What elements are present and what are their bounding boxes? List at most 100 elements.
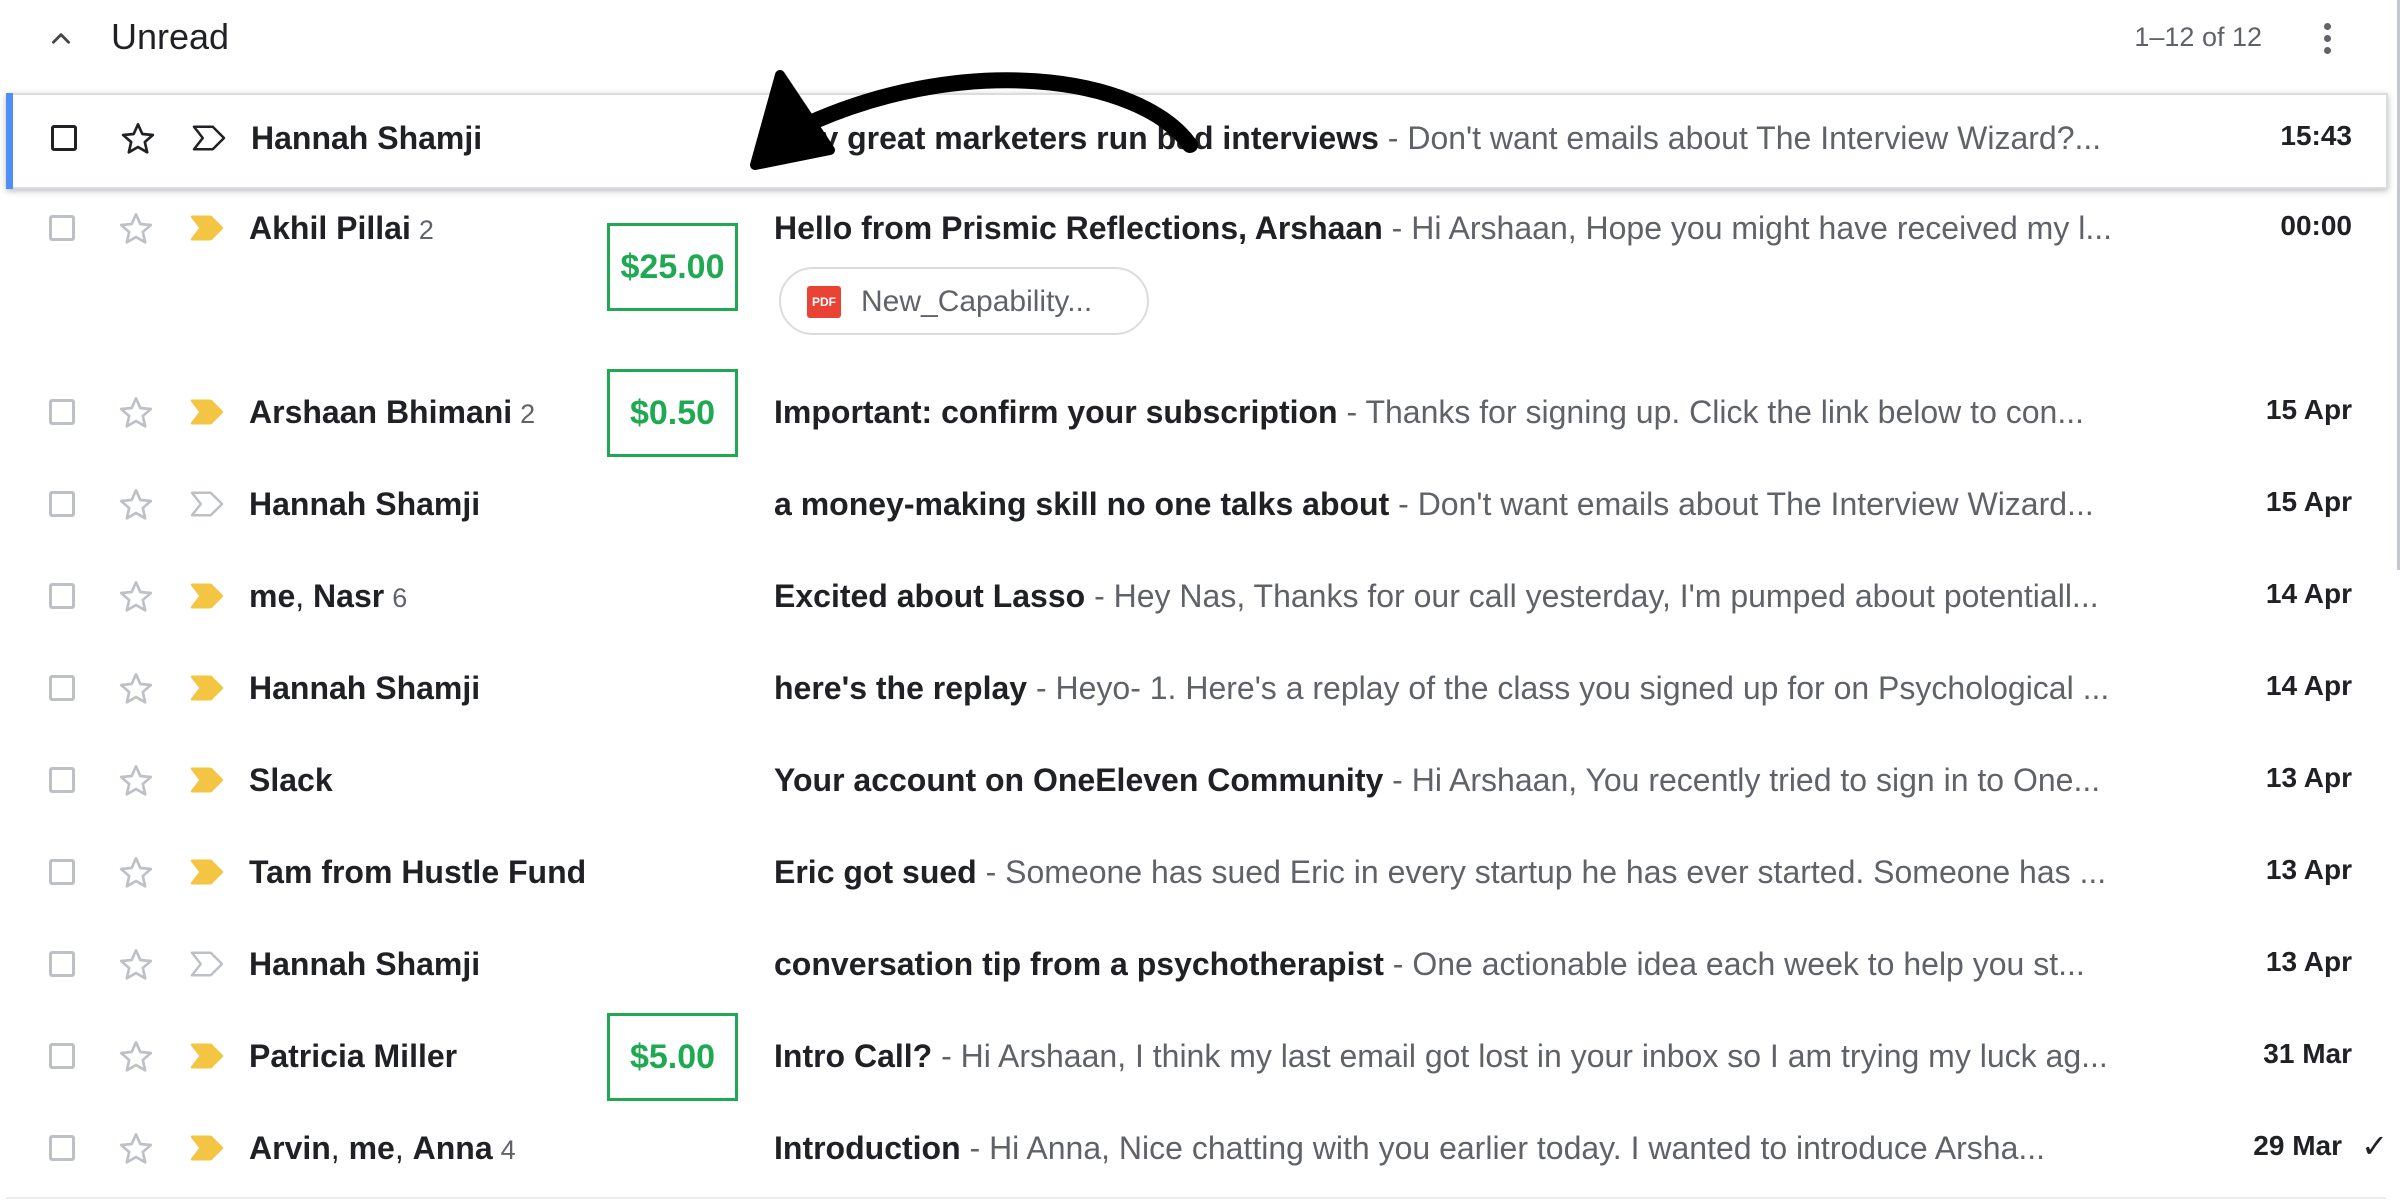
importance-marker-filled-icon[interactable] bbox=[188, 1041, 226, 1071]
email-date: 14 Apr bbox=[2265, 578, 2352, 609]
email-row[interactable]: Hannah Shamji a money-making skill no one… bbox=[6, 461, 2386, 555]
sender-name: Hannah Shamji bbox=[251, 120, 482, 157]
subject-line[interactable]: conversation tip from a psychotherapist … bbox=[774, 946, 2146, 983]
email-date: 15 Apr bbox=[2265, 486, 2352, 517]
select-checkbox[interactable] bbox=[49, 675, 75, 701]
importance-marker-filled-icon[interactable] bbox=[188, 1133, 226, 1163]
email-snippet: - Don't want emails about The Interview … bbox=[1389, 486, 2094, 522]
email-subject: here's the replay bbox=[774, 670, 1028, 706]
star-icon[interactable] bbox=[116, 209, 156, 249]
sender-name: me, Nasr 6 bbox=[249, 578, 407, 615]
star-icon[interactable] bbox=[116, 669, 156, 709]
sender-participant: Arvin bbox=[249, 1130, 331, 1166]
select-checkbox[interactable] bbox=[49, 767, 75, 793]
subject-line[interactable]: here's the replay - Heyo- 1. Here's a re… bbox=[774, 670, 2146, 707]
sender-separator: , bbox=[330, 1130, 349, 1166]
sender-separator: , bbox=[295, 578, 314, 614]
email-row[interactable]: Tam from Hustle Fund Eric got sued - Some… bbox=[6, 829, 2386, 923]
select-checkbox[interactable] bbox=[49, 215, 75, 241]
select-checkbox[interactable] bbox=[49, 399, 75, 425]
email-row[interactable]: Arshaan Bhimani 2 $0.50 Important: confirm … bbox=[6, 369, 2386, 463]
sender-participant: me bbox=[249, 578, 296, 614]
subject-line[interactable]: Your account on OneEleven Community - Hi… bbox=[774, 762, 2146, 799]
email-snippet: - Heyo- 1. Here's a replay of the class … bbox=[1027, 670, 2110, 706]
email-row[interactable]: Hannah Shamji conversation tip from a psy… bbox=[6, 921, 2386, 1015]
importance-marker-icon[interactable] bbox=[190, 123, 228, 153]
email-snippet: - Someone has sued Eric in every startup… bbox=[976, 854, 2107, 890]
subject-line[interactable]: Introduction - Hi Anna, Nice chatting wi… bbox=[774, 1130, 2146, 1167]
attachment-name: New_Capability... bbox=[861, 285, 1093, 318]
select-checkbox[interactable] bbox=[49, 491, 75, 517]
email-row[interactable]: Hannah Shamji why great marketers run bad… bbox=[6, 93, 2388, 189]
subject-line[interactable]: Excited about Lasso - Hey Nas, Thanks fo… bbox=[774, 578, 2146, 615]
sender-name: Hannah Shamji bbox=[249, 946, 480, 983]
thread-count: 6 bbox=[392, 583, 408, 613]
subject-line[interactable]: Eric got sued - Someone has sued Eric in… bbox=[774, 854, 2146, 891]
importance-marker-icon[interactable] bbox=[188, 489, 226, 519]
attachment-chip[interactable]: PDF New_Capability... bbox=[779, 267, 1149, 335]
email-row[interactable]: Akhil Pillai 2 $25.00 Hello from Prismic Re… bbox=[6, 185, 2386, 371]
email-subject: Excited about Lasso bbox=[774, 578, 1086, 614]
email-date: 13 Apr bbox=[2265, 762, 2352, 793]
email-row[interactable]: Hannah Shamji here's the replay - Heyo- 1… bbox=[6, 645, 2386, 739]
importance-marker-filled-icon[interactable] bbox=[188, 397, 226, 427]
email-snippet: - One actionable idea each week to help … bbox=[1383, 946, 2085, 982]
select-checkbox[interactable] bbox=[49, 1135, 75, 1161]
email-snippet: - Hey Nas, Thanks for our call yesterday… bbox=[1085, 578, 2099, 614]
importance-marker-filled-icon[interactable] bbox=[188, 765, 226, 795]
sender-label: Hannah Shamji bbox=[249, 946, 481, 982]
sender-name: Arshaan Bhimani 2 bbox=[249, 394, 535, 431]
sender-label: Hannah Shamji bbox=[249, 670, 481, 706]
star-icon[interactable] bbox=[116, 1037, 156, 1077]
email-subject: Your account on OneEleven Community bbox=[774, 762, 1384, 798]
select-checkbox[interactable] bbox=[49, 583, 75, 609]
star-icon[interactable] bbox=[116, 853, 156, 893]
thread-count: 2 bbox=[418, 215, 434, 245]
email-date: 13 Apr bbox=[2265, 946, 2352, 977]
importance-marker-icon[interactable] bbox=[188, 949, 226, 979]
subject-line[interactable]: Important: confirm your subscription - T… bbox=[774, 394, 2146, 431]
sender-label: Tam from Hustle Fund bbox=[249, 854, 587, 890]
select-checkbox[interactable] bbox=[49, 951, 75, 977]
select-checkbox[interactable] bbox=[49, 859, 75, 885]
email-row[interactable]: me, Nasr 6 Excited about Lasso - Hey Nas, … bbox=[6, 553, 2386, 647]
price-tag: $5.00 bbox=[607, 1013, 738, 1101]
subject-line[interactable]: a money-making skill no one talks about … bbox=[774, 486, 2146, 523]
email-subject: Intro Call? bbox=[774, 1038, 933, 1074]
sender-name: Hannah Shamji bbox=[249, 670, 480, 707]
email-row[interactable]: Slack Your account on OneEleven Community… bbox=[6, 737, 2386, 831]
subject-line[interactable]: Hello from Prismic Reflections, Arshaan … bbox=[774, 210, 2146, 247]
star-icon[interactable] bbox=[116, 761, 156, 801]
email-snippet: - Hi Arshaan, You recently tried to sign… bbox=[1383, 762, 2101, 798]
thread-count: 4 bbox=[500, 1135, 516, 1165]
email-subject: conversation tip from a psychotherapist bbox=[774, 946, 1384, 982]
importance-marker-filled-icon[interactable] bbox=[188, 581, 226, 611]
email-date: 15 Apr bbox=[2265, 394, 2352, 425]
select-checkbox[interactable] bbox=[49, 1043, 75, 1069]
sender-name: Patricia Miller bbox=[249, 1038, 457, 1075]
select-checkbox[interactable] bbox=[51, 125, 77, 151]
subject-line[interactable]: Intro Call? - Hi Arshaan, I think my las… bbox=[774, 1038, 2146, 1075]
star-icon[interactable] bbox=[116, 393, 156, 433]
star-icon[interactable] bbox=[118, 119, 158, 159]
email-date: 29 Mar bbox=[2253, 1130, 2342, 1161]
star-icon[interactable] bbox=[116, 945, 156, 985]
star-icon[interactable] bbox=[116, 577, 156, 617]
sender-label: Akhil Pillai bbox=[249, 210, 411, 246]
email-subject: Hello from Prismic Reflections, Arshaan bbox=[774, 210, 1383, 246]
sender-name: Hannah Shamji bbox=[249, 486, 480, 523]
gmail-unread-section: Unread 1–12 of 12 Hannah Shamji why great… bbox=[0, 0, 2400, 1200]
sender-label: Hannah Shamji bbox=[249, 486, 481, 522]
price-tag: $0.50 bbox=[607, 369, 738, 457]
email-row[interactable]: Arvin, me, Anna 4 Introduction - Hi Anna, … bbox=[6, 1105, 2388, 1199]
sender-label: Hannah Shamji bbox=[251, 120, 483, 156]
importance-marker-filled-icon[interactable] bbox=[188, 213, 226, 243]
importance-marker-filled-icon[interactable] bbox=[188, 673, 226, 703]
star-icon[interactable] bbox=[116, 485, 156, 525]
importance-marker-filled-icon[interactable] bbox=[188, 857, 226, 887]
subject-line[interactable]: why great marketers run bad interviews -… bbox=[776, 120, 2148, 157]
star-icon[interactable] bbox=[116, 1129, 156, 1169]
email-date: 14 Apr bbox=[2265, 670, 2352, 701]
email-snippet: - Hi Arshaan, Hope you might have receiv… bbox=[1382, 210, 2112, 246]
email-row[interactable]: Patricia Miller $5.00 Intro Call? - Hi Ars… bbox=[6, 1013, 2386, 1107]
